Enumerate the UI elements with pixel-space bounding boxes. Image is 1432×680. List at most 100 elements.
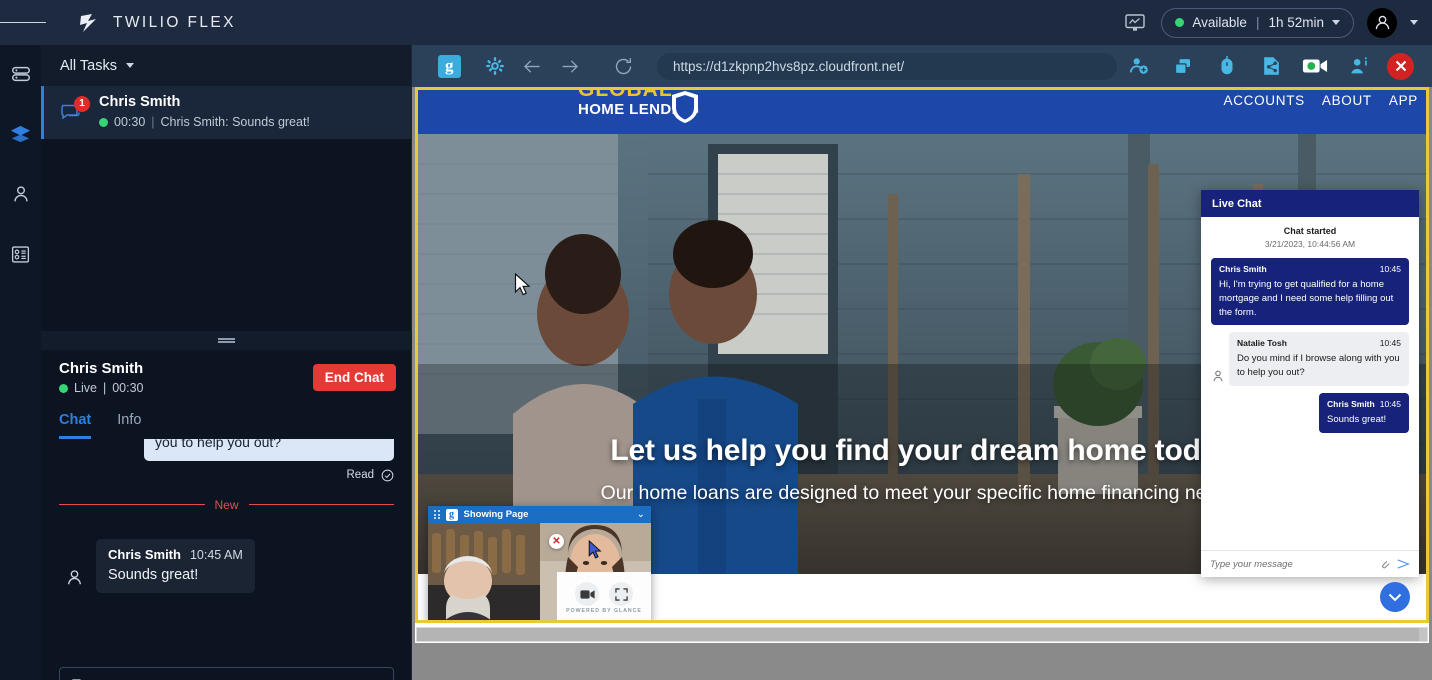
sidebar-item-teams[interactable]	[6, 179, 36, 209]
queues-icon	[11, 66, 30, 82]
hamburger-icon[interactable]	[0, 0, 46, 45]
windows-icon[interactable]	[1167, 50, 1199, 82]
live-chat-header: Live Chat	[1201, 190, 1419, 217]
close-icon[interactable]: ✕	[549, 534, 564, 549]
person-icon	[13, 186, 28, 202]
conversation-tabs: Chat Info	[41, 405, 412, 439]
bubble-meta: Chris Smith 10:45	[1327, 399, 1401, 409]
person-add-icon[interactable]	[1123, 50, 1155, 82]
conversation-timer: 00:30	[112, 381, 144, 395]
glance-app-badge[interactable]: g	[438, 54, 461, 78]
bubble-meta: Natalie Tosh 10:45	[1237, 338, 1401, 348]
tab-chat[interactable]: Chat	[59, 405, 92, 439]
chevron-down-icon[interactable]: ⌄	[637, 509, 645, 520]
message-time: 10:45	[1379, 338, 1401, 349]
glance-cobrowse-widget: g Showing Page ⌄ ✕ POWERED BY GLANCE	[428, 506, 651, 620]
close-icon[interactable]	[1387, 52, 1414, 80]
person-icon	[1213, 370, 1223, 382]
live-chat-messages[interactable]: Chat started 3/21/2023, 10:44:56 AM Chri…	[1201, 217, 1419, 550]
task-and-conversation-panel: All Tasks 1 Chris Smith 00:30 | Chris Sm…	[41, 45, 412, 680]
sidebar-item-dashboard[interactable]	[6, 239, 36, 269]
live-status-dot	[59, 383, 68, 393]
arrow-left-icon[interactable]	[517, 50, 548, 82]
url-bar[interactable]	[656, 52, 1117, 80]
live-chat-bubble-customer: Chris Smith 10:45 Hi, I'm trying to get …	[1211, 258, 1409, 326]
task-meta: 00:30 | Chris Smith: Sounds great!	[99, 113, 310, 132]
tasks-filter-header[interactable]: All Tasks	[41, 45, 411, 86]
check-circle-icon	[381, 469, 394, 481]
message-author: Chris Smith	[108, 546, 181, 562]
message-stream[interactable]: you to help you out? Read New Chris Smit…	[41, 439, 412, 657]
live-chat-bubble-customer: Chris Smith 10:45 Sounds great!	[1319, 392, 1409, 433]
inbound-message-meta: Chris Smith 10:45 AM	[108, 547, 243, 562]
chevron-down-icon	[1388, 593, 1402, 601]
glance-video-feeds: ✕ POWERED BY GLANCE	[428, 523, 651, 620]
inbound-message-row: Chris Smith 10:45 AM Sounds great!	[41, 512, 412, 593]
cobrowse-empty-area	[412, 643, 1432, 680]
shield-icon	[672, 91, 698, 123]
message-text: Do you mind if I browse along with you t…	[1237, 353, 1400, 379]
arrow-right-icon[interactable]	[554, 50, 585, 82]
cobrowse-window: g https://d1zkpnp2hvs8pz.cloudfront.net/…	[412, 45, 1432, 680]
cobrowse-actions	[1123, 50, 1422, 82]
panel-resize-handle[interactable]	[41, 331, 412, 350]
message-text: Sounds great!	[108, 566, 199, 583]
flex-top-bar: TWILIO FLEX Available | 1h 52min	[0, 0, 1432, 45]
drag-grip-icon[interactable]	[434, 510, 440, 519]
live-chat-composer[interactable]	[1201, 550, 1419, 577]
video-camera-icon[interactable]	[575, 582, 599, 606]
paperclip-icon[interactable]	[1379, 558, 1390, 571]
video-camera-icon[interactable]	[1299, 50, 1331, 82]
gear-icon[interactable]	[480, 50, 511, 82]
sidebar-item-agent-desktop[interactable]	[6, 119, 36, 149]
task-customer-name: Chris Smith	[99, 94, 181, 111]
bubble-meta: Chris Smith 10:45	[1219, 264, 1401, 274]
outbound-message-bubble: you to help you out?	[144, 439, 394, 461]
new-messages-divider: New	[41, 482, 412, 512]
message-input[interactable]	[72, 676, 381, 680]
message-time: 10:45	[1379, 264, 1401, 274]
glance-widget-header[interactable]: g Showing Page ⌄	[428, 506, 651, 523]
list-item: Chris Smith 10:45 Hi, I'm trying to get …	[1211, 258, 1409, 326]
glance-logo-icon: g	[445, 508, 458, 521]
glance-button-row	[575, 582, 633, 606]
reload-icon[interactable]	[608, 50, 639, 82]
sidebar-item-queues[interactable]	[6, 59, 36, 89]
twilio-flex-agent-desktop: TWILIO FLEX Available | 1h 52min All Tas…	[0, 0, 1432, 680]
person-info-icon[interactable]	[1343, 50, 1375, 82]
glance-widget-title: Showing Page	[463, 509, 529, 520]
new-messages-label: New	[214, 497, 239, 512]
glance-controls: POWERED BY GLANCE	[557, 572, 651, 620]
agent-status-pill[interactable]: Available | 1h 52min	[1161, 7, 1354, 38]
status-label: Available	[1192, 15, 1247, 30]
live-chat-widget: Live Chat Chat started 3/21/2023, 10:44:…	[1201, 190, 1419, 577]
chevron-down-icon[interactable]	[125, 63, 134, 68]
monitor-chart-icon[interactable]	[1122, 11, 1148, 35]
status-separator: |	[1255, 15, 1260, 30]
send-icon[interactable]	[1397, 558, 1410, 570]
chevron-down-icon	[1332, 20, 1340, 25]
horizontal-scrollbar-thumb[interactable]	[417, 628, 1419, 641]
avatar[interactable]	[1367, 7, 1397, 38]
task-list-item[interactable]: 1 Chris Smith 00:30 | Chris Smith: Sound…	[41, 86, 411, 139]
nav-link-accounts[interactable]: ACCOUNTS	[1224, 93, 1305, 108]
mouse-icon[interactable]	[1211, 50, 1243, 82]
conversation-status-label: Live	[74, 381, 97, 395]
avatar-chevron-down-icon[interactable]	[1410, 20, 1418, 25]
website-header: GLOBAL HOME LENDING ACCOUNTS ABOUT APP	[418, 90, 1426, 134]
end-chat-button[interactable]: End Chat	[312, 364, 396, 391]
cobrowse-viewport: Let us help you find your dream home tod…	[415, 87, 1429, 623]
conversation-separator: |	[102, 381, 107, 395]
tab-info[interactable]: Info	[117, 405, 141, 439]
share-file-icon[interactable]	[1255, 50, 1287, 82]
live-chat-input[interactable]	[1210, 558, 1372, 570]
expand-icon[interactable]	[609, 582, 633, 606]
nav-link-app[interactable]: APP	[1389, 93, 1418, 108]
top-bar-right-controls: Available | 1h 52min	[1122, 7, 1432, 38]
url-input[interactable]	[672, 58, 1101, 74]
scroll-down-button[interactable]	[1380, 582, 1410, 612]
nav-link-about[interactable]: ABOUT	[1322, 93, 1372, 108]
message-composer[interactable]	[59, 667, 394, 680]
layers-icon	[10, 125, 31, 142]
live-chat-bubble-agent: Natalie Tosh 10:45 Do you mind if I brow…	[1229, 332, 1409, 386]
